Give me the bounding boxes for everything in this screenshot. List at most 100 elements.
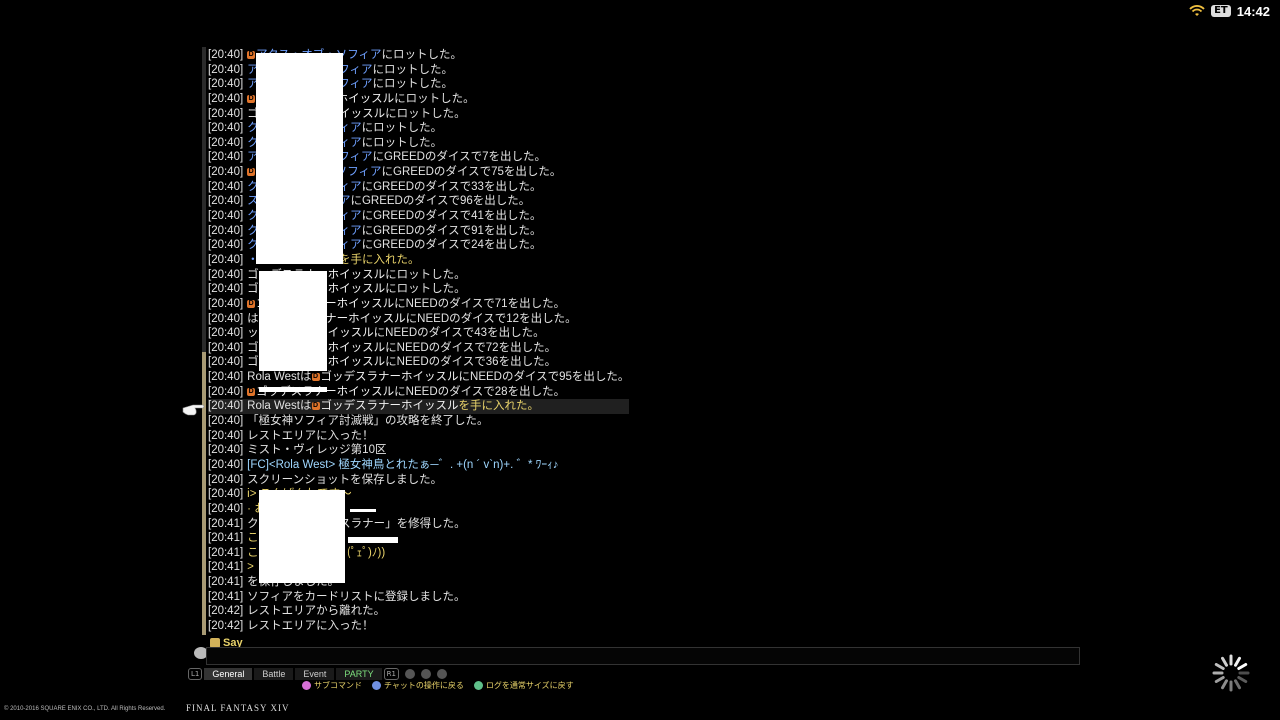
log-text: にロットした。 [385, 283, 466, 296]
game-logo: FINAL FANTASY XIV [186, 703, 290, 713]
dice-icon: D [311, 373, 320, 382]
dice-icon: D [247, 50, 256, 59]
spinner-segment [1221, 656, 1228, 667]
log-line: [20:40] Rola WestはD ゴッデスラナーホイッスルにNEEDのダイスで… [208, 370, 629, 385]
spinner-segment [1214, 663, 1225, 670]
log-timestamp: [20:40] [208, 297, 244, 310]
log-timestamp: [20:40] [208, 107, 244, 120]
log-line: [20:40] 「極女神ソフィア討滅戦」の攻略を終了した。 [208, 414, 629, 429]
loading-spinner-icon [1212, 654, 1250, 692]
log-text: にNEEDのダイスで95を出した。 [458, 371, 630, 384]
log-text: Rola Westは [247, 371, 312, 384]
log-timestamp: [20:40] [208, 415, 244, 428]
tab-battle[interactable]: Battle [254, 668, 294, 680]
gear-icon[interactable] [420, 669, 431, 679]
log-line: [20:40] Rola WestはD ゴッデスラナーホイッスルを手に入れた。 [208, 399, 630, 415]
log-text: にロットした。 [372, 78, 454, 91]
log-timestamp: [20:40] [208, 327, 244, 340]
log-timestamp: [20:41] [208, 517, 244, 530]
eorzea-time-badge: ET [1211, 5, 1231, 17]
log-text: にGREEDのダイスで7を出した。 [372, 151, 546, 164]
l1-button-label: L1 [188, 668, 203, 680]
log-timestamp: [20:40] [208, 224, 244, 237]
log-line: [20:42] レストエリアから離れた。 [208, 604, 629, 619]
log-timestamp: [20:41] [208, 532, 244, 545]
log-timestamp: [20:40] [208, 312, 244, 325]
chat-input[interactable] [206, 647, 1080, 665]
log-text: ソフィアをカードリストに登録しました。 [247, 590, 466, 603]
log-text: [FC]<Rola West> 極女神鳥とれたぁ─゛. +(n ´ v`n)+.… [247, 458, 559, 471]
tab-party[interactable]: PARTY [336, 668, 382, 680]
hint-square: サブコマンド [302, 680, 362, 691]
log-timestamp: [20:40] [208, 473, 244, 486]
log-timestamp: [20:41] [208, 561, 244, 574]
log-text: レストエリアから離れた。 [247, 605, 386, 618]
spinner-segment [1214, 676, 1225, 683]
log-text: にGREEDのダイスで75を出した。 [381, 166, 562, 179]
log-text: にGREEDのダイスで41を出した。 [361, 210, 542, 223]
redaction-box [350, 509, 376, 512]
log-text: にNEEDのダイスで28を出した。 [394, 385, 566, 398]
log-timestamp: [20:40] [208, 400, 244, 413]
log-text: 「極女神ソフィア討滅戦」の攻略を終了した。 [247, 415, 489, 428]
log-timestamp: [20:40] [208, 78, 244, 91]
log-text: にNEEDのダイスで71を出した。 [394, 297, 566, 310]
log-timestamp: [20:40] [208, 92, 244, 105]
log-text: にロットした。 [385, 107, 466, 120]
dice-icon: D [247, 94, 256, 103]
log-text: にGREEDのダイスで96を出した。 [350, 195, 531, 208]
dice-icon: D [247, 168, 256, 177]
log-timestamp: [20:41] [208, 546, 244, 559]
log-line: [20:42] レストエリアに入った！ [208, 619, 629, 634]
log-text: にロットした。 [381, 49, 463, 61]
log-timestamp: [20:40] [208, 341, 244, 354]
log-timestamp: [20:40] [208, 166, 244, 179]
log-timestamp: [20:40] [208, 49, 244, 61]
tab-event[interactable]: Event [295, 668, 335, 680]
hint-label: ログを通常サイズに戻す [485, 681, 574, 690]
triangle-button-icon [473, 681, 483, 690]
log-text: ミスト・ヴィレッジ第10区 [247, 444, 387, 457]
controller-hints: サブコマンド チャットの操作に戻る ログを通常サイズに戻す [302, 680, 574, 691]
log-timestamp: [20:40] [208, 253, 244, 266]
log-timestamp: [20:40] [208, 136, 244, 149]
log-text: を手に入れた。 [458, 400, 540, 413]
log-text: にNEEDのダイスで36を出した。 [385, 356, 557, 369]
log-text: にGREEDのダイスで24を出した。 [361, 239, 542, 252]
hint-label: チャットの操作に戻る [384, 681, 464, 690]
log-text: にGREEDのダイスで33を出した。 [361, 180, 542, 193]
item-link[interactable]: ゴッデスラナーホイッスル [321, 371, 459, 383]
filter-icon[interactable] [436, 669, 447, 679]
spinner-segment [1234, 679, 1241, 690]
log-text: レストエリアに入った！ [247, 619, 374, 632]
log-timestamp: [20:40] [208, 488, 244, 501]
copyright-text: © 2010-2016 SQUARE ENIX CO., LTD. All Ri… [4, 706, 166, 712]
redaction-box [256, 53, 343, 264]
log-text: にGREEDのダイスで91を出した。 [361, 224, 542, 237]
scrollbar-thumb[interactable] [202, 352, 206, 635]
add-tab-icon[interactable] [404, 669, 415, 679]
log-timestamp: [20:40] [208, 458, 244, 471]
log-text: にロットした。 [361, 122, 443, 135]
log-line: [20:40] [FC]<Rola West> 極女神鳥とれたぁ─゛. +(n ´… [208, 458, 629, 473]
log-text: にロットした。 [385, 268, 466, 281]
log-timestamp: [20:42] [208, 605, 244, 618]
log-timestamp: [20:40] [208, 444, 244, 457]
cross-button-icon [372, 681, 381, 690]
log-timestamp: [20:40] [208, 210, 244, 223]
log-timestamp: [20:40] [208, 239, 244, 252]
tab-general[interactable]: General [204, 668, 253, 680]
item-link[interactable]: ゴッデスラナーホイッスル [321, 400, 459, 412]
hint-label: サブコマンド [314, 681, 362, 690]
hand-pointer-icon [182, 404, 205, 416]
log-timestamp: [20:40] [208, 195, 244, 208]
log-timestamp: [20:40] [208, 356, 244, 369]
log-timestamp: [20:40] [208, 122, 244, 135]
dice-icon: D [247, 387, 256, 396]
log-timestamp: [20:40] [208, 371, 244, 384]
log-line: [20:41] ソフィアをカードリストに登録しました。 [208, 590, 629, 605]
chat-tab-bar: L1 General Battle Event PARTY R1 [188, 668, 447, 680]
hint-cross: チャットの操作に戻る [372, 680, 464, 691]
dice-icon: D [311, 402, 320, 411]
chat-log-panel[interactable]: [20:40]Dアクス・オブ・ソフィアにロットした。[20:40]アクス・オブ・… [198, 47, 1078, 637]
